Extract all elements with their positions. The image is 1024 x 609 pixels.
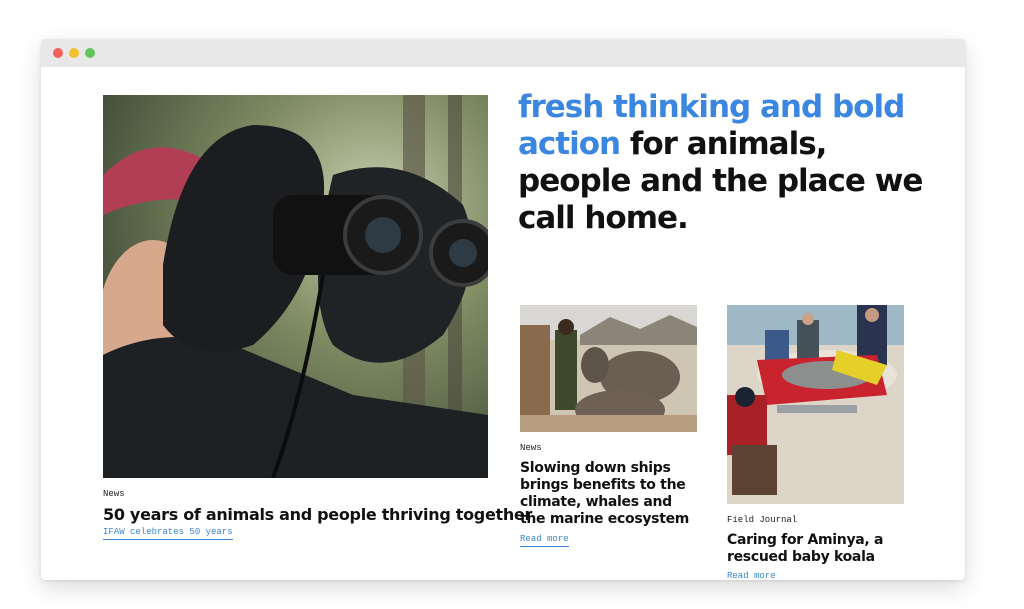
card-1-read-more-link[interactable]: Read more — [520, 534, 569, 547]
page-tagline: fresh thinking and bold action for anima… — [518, 89, 938, 237]
hero-headline[interactable]: 50 years of animals and people thriving … — [103, 505, 532, 524]
card-1-headline[interactable]: Slowing down ships brings benefits to th… — [520, 460, 700, 528]
elephants-photo-icon — [520, 305, 697, 432]
maximize-window-button[interactable] — [85, 48, 95, 58]
card-2-read-more-link[interactable]: Read more — [727, 571, 776, 580]
card-2-image[interactable] — [727, 305, 904, 504]
close-window-button[interactable] — [53, 48, 63, 58]
rescue-photo-icon — [727, 305, 904, 504]
minimize-window-button[interactable] — [69, 48, 79, 58]
card-1-kicker: News — [520, 443, 542, 453]
page-content: News 50 years of animals and people thri… — [41, 67, 965, 580]
hero-link[interactable]: IFAW celebrates 50 years — [103, 527, 233, 540]
hero-kicker: News — [103, 489, 125, 499]
binoculars-photo-icon — [103, 95, 488, 478]
card-2-kicker: Field Journal — [727, 515, 798, 525]
card-1-image[interactable] — [520, 305, 697, 432]
card-2-headline[interactable]: Caring for Aminya, a rescued baby koala — [727, 532, 917, 566]
browser-window: News 50 years of animals and people thri… — [41, 39, 965, 580]
window-titlebar — [41, 39, 965, 67]
hero-image[interactable] — [103, 95, 488, 478]
